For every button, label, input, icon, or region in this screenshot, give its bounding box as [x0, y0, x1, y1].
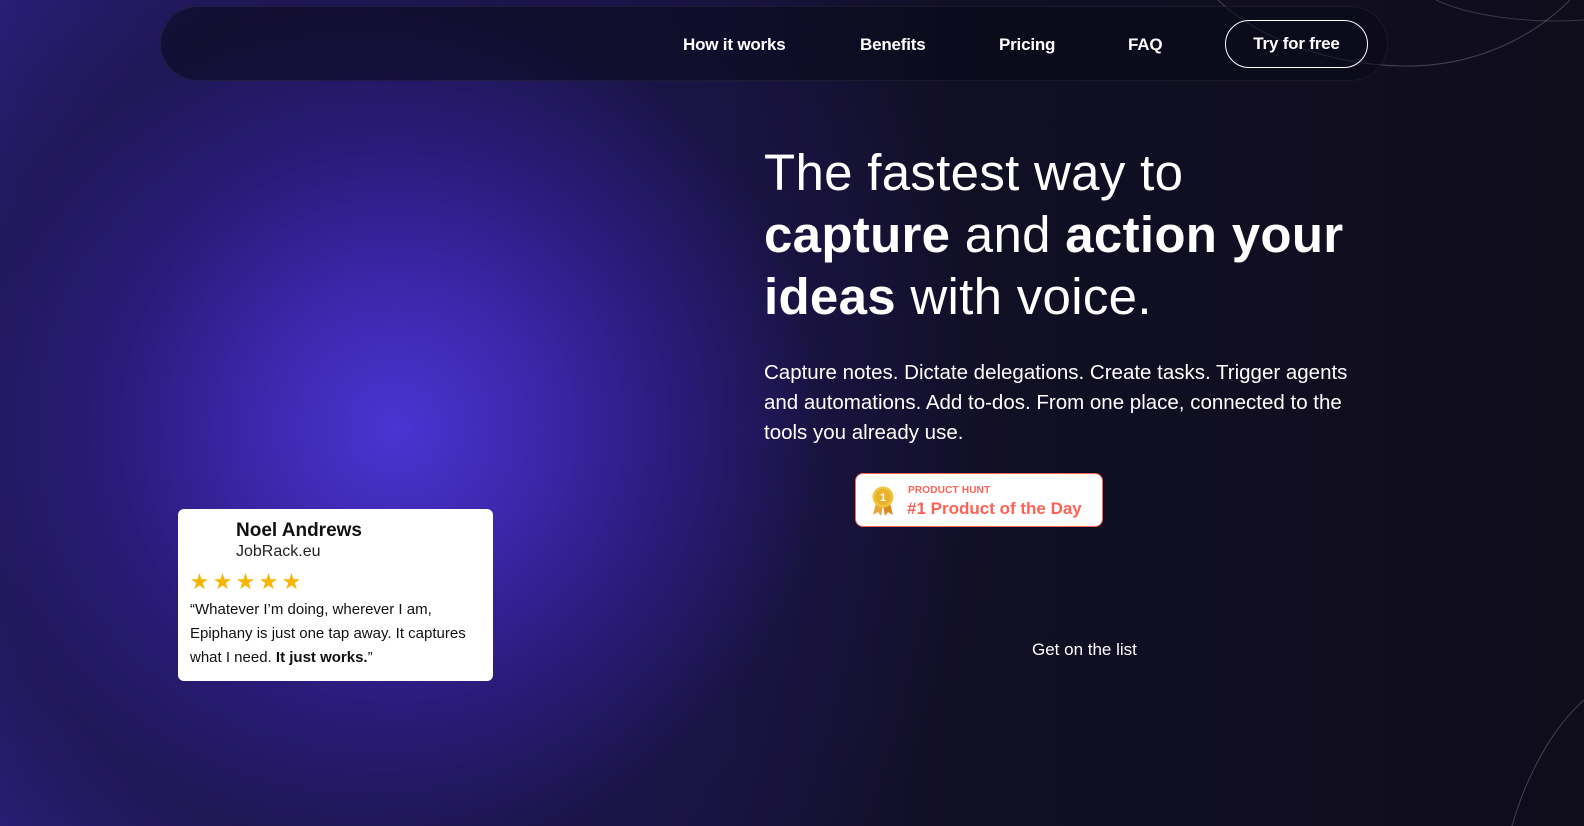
star-rating: ★ ★ ★ ★ ★ [189, 569, 302, 595]
star-icon: ★ [235, 569, 256, 594]
hero-title-with-voice: with voice. [895, 268, 1152, 325]
nav-link-pricing[interactable]: Pricing [999, 7, 1055, 82]
top-navigation: How it works Benefits Pricing FAQ Try fo… [160, 6, 1388, 81]
hero-title: The fastest way to capture and action you… [764, 142, 1404, 328]
testimonial-card: Noel Andrews JobRack.eu ★ ★ ★ ★ ★ “Whate… [178, 509, 493, 681]
nav-link-how-it-works[interactable]: How it works [683, 7, 786, 82]
star-icon: ★ [258, 569, 279, 594]
nav-link-faq[interactable]: FAQ [1128, 7, 1163, 82]
quote-emphasis: It just works. [275, 649, 368, 666]
hero-subtitle: Capture notes. Dictate delegations. Crea… [764, 361, 1348, 444]
star-icon: ★ [281, 569, 302, 594]
hero-title-line1: The fastest way to [764, 144, 1184, 201]
hero-title-and: and [950, 206, 1066, 263]
badge-title: #1 Product of the Day [907, 499, 1082, 518]
get-on-the-list-link[interactable]: Get on the list [1032, 640, 1137, 660]
badge-kicker: PRODUCT HUNT [908, 485, 991, 496]
nav-link-benefits[interactable]: Benefits [860, 7, 926, 82]
medal-icon: 1 [872, 486, 894, 516]
testimonial-company: JobRack.eu [236, 543, 321, 560]
star-icon: ★ [212, 569, 233, 594]
star-icon: ★ [189, 569, 210, 594]
product-hunt-badge[interactable]: 1 PRODUCT HUNT #1 Product of the Day [855, 473, 1103, 527]
try-for-free-button[interactable]: Try for free [1225, 20, 1368, 68]
testimonial-name: Noel Andrews [236, 520, 362, 541]
quote-close: ” [367, 649, 373, 666]
medal-number: 1 [880, 492, 886, 504]
testimonial-quote: “Whatever I’m doing, wherever I am, Epip… [190, 598, 486, 670]
hero-title-bold-capture: capture [764, 206, 951, 263]
